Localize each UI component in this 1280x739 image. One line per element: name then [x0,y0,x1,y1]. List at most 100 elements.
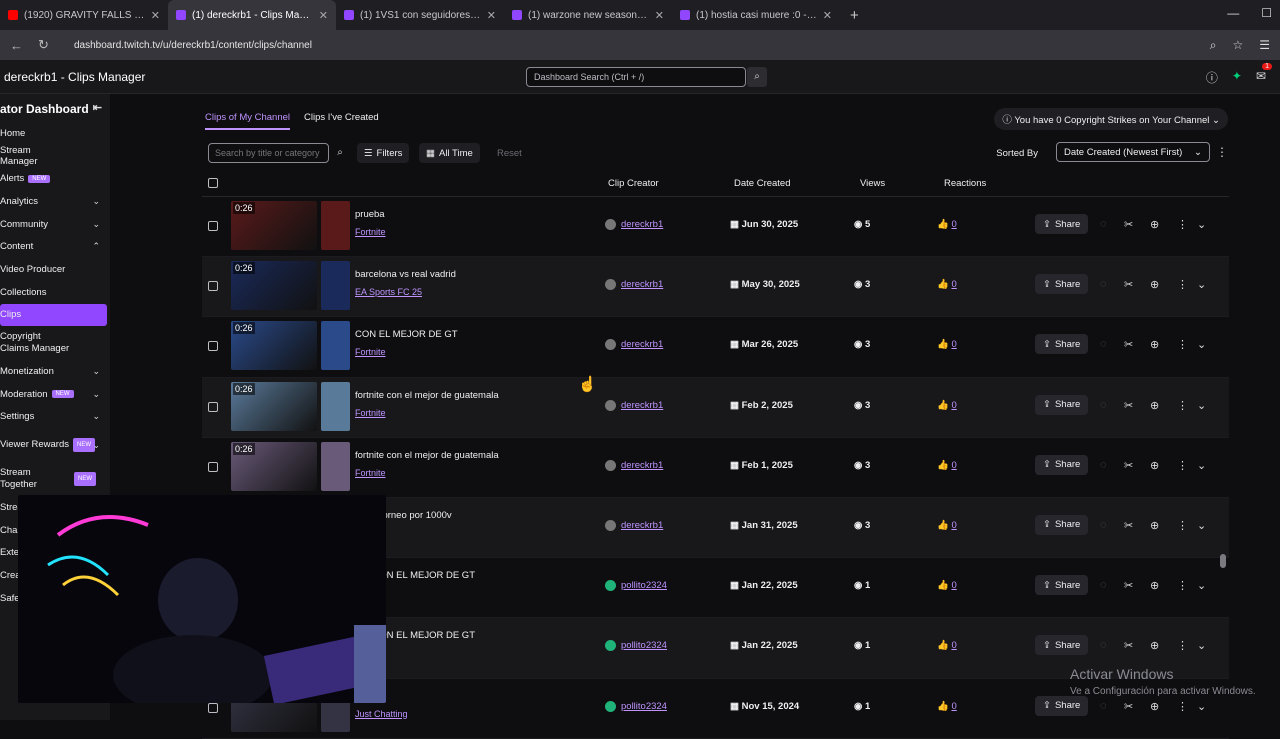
select-all-checkbox[interactable] [208,178,218,188]
row-checkbox[interactable] [208,221,218,231]
download-icon[interactable]: ⊕ [1150,399,1159,412]
more-options-icon[interactable]: ⋮ [1177,278,1188,291]
tab-clips-of-my-channel[interactable]: Clips of My Channel [205,112,291,130]
chevron-down-icon[interactable]: ⌄ [1197,399,1206,412]
sidebar-item-community[interactable]: Community ⌄ [0,213,110,236]
scissors-icon[interactable]: ✂ [1124,278,1133,291]
download-icon[interactable]: ⊕ [1150,579,1159,592]
clip-thumbnail-vertical[interactable] [321,321,350,371]
clip-reactions[interactable]: 👍 0 [937,701,957,712]
creator-link[interactable]: pollito2324 [621,701,667,712]
all-time-button[interactable]: ▦ All Time [419,143,480,163]
col-clip-creator[interactable]: Clip Creator [608,178,659,189]
clip-thumbnail-vertical[interactable] [321,381,350,431]
scrollbar-thumb[interactable] [1220,554,1226,568]
sidebar-item-content[interactable]: Content ⌃ [0,235,110,258]
scissors-icon[interactable]: ✂ [1124,218,1133,231]
tab-clips-ive-created[interactable]: Clips I've Created [304,112,379,130]
new-tab-button[interactable]: + [840,7,869,24]
download-icon[interactable]: ⊕ [1150,459,1159,472]
clip-game-link[interactable]: Fortnite [355,227,386,237]
clip-reactions[interactable]: 👍 0 [937,400,957,411]
download-icon[interactable]: ⊕ [1150,338,1159,351]
table-row[interactable]: 0:26 CON EL MEJOR DE GT Fortnite dereckrb1 ▦… [202,317,1229,378]
sidebar-item-collections[interactable]: Collections [0,281,110,304]
creator-link[interactable]: dereckrb1 [621,520,663,531]
table-row[interactable]: 0:26 prueba Fortnite dereckrb1 ▦ Jun 30, 202… [202,197,1229,258]
row-checkbox[interactable] [208,341,218,352]
clip-reactions[interactable]: 👍 0 [937,460,957,471]
browser-tab[interactable]: (1) warzone new season y skin ✕ [504,0,672,30]
download-icon[interactable]: ⊕ [1150,639,1159,652]
more-options-icon[interactable]: ⋮ [1177,700,1188,713]
copyright-strikes-button[interactable]: ⓘ You have 0 Copyright Strikes on Your C… [994,108,1228,130]
sidebar-item-stream-together[interactable]: Stream Together NEW [0,462,110,496]
sidebar-item-home[interactable]: Home [0,122,110,145]
close-icon[interactable]: ✕ [823,9,832,22]
chevron-down-icon[interactable]: ⌄ [1197,579,1206,592]
scissors-icon[interactable]: ✂ [1124,338,1133,351]
clip-thumbnail-vertical[interactable] [321,201,350,250]
close-icon[interactable]: ✕ [487,9,496,22]
row-checkbox[interactable] [208,702,218,713]
clip-reactions[interactable]: 👍 0 [937,279,957,290]
bits-icon[interactable]: ✦ [1232,69,1242,86]
more-options-icon[interactable]: ⋮ [1216,145,1228,159]
scissors-icon[interactable]: ✂ [1124,639,1133,652]
clip-reactions[interactable]: 👍 0 [937,339,957,350]
reset-button[interactable]: Reset [490,143,529,163]
sidebar-item-monetization[interactable]: Monetization ⌄ [0,360,110,383]
scissors-icon[interactable]: ✂ [1124,459,1133,472]
clip-title[interactable]: fortnite con el mejor de guatemala [355,450,499,461]
scissors-icon[interactable]: ✂ [1124,519,1133,532]
bookmark-star-icon[interactable]: ☆ [1232,38,1243,53]
more-options-icon[interactable]: ⋮ [1177,639,1188,652]
creator-link[interactable]: pollito2324 [621,580,667,591]
scissors-icon[interactable]: ✂ [1124,579,1133,592]
creator-link[interactable]: dereckrb1 [621,219,663,230]
dashboard-search-input[interactable]: Dashboard Search (Ctrl + /) [526,67,746,87]
search-icon[interactable]: ⌕ [331,143,349,163]
clip-game-link[interactable]: Fortnite [355,408,386,418]
share-button[interactable]: ⇪ Share [1035,334,1089,355]
row-checkbox[interactable] [208,281,218,292]
clip-reactions[interactable]: 👍 0 [937,520,957,531]
more-options-icon[interactable]: ⋮ [1177,338,1188,351]
col-date-created[interactable]: Date Created [734,178,791,189]
extensions-icon[interactable]: ☰ [1259,38,1270,53]
sidebar-item-alerts[interactable]: Alerts NEW [0,167,110,190]
back-icon[interactable]: ← [10,38,28,53]
share-button[interactable]: ⇪ Share [1035,454,1089,475]
row-checkbox[interactable] [208,401,218,412]
download-icon[interactable]: ⊕ [1150,519,1159,532]
clip-game-link[interactable]: EA Sports FC 25 [355,287,422,297]
clip-game-link[interactable]: Just Chatting [355,709,408,719]
chevron-down-icon[interactable]: ⌄ [1197,639,1206,652]
download-icon[interactable]: ⊕ [1150,278,1159,291]
browser-tab[interactable]: (1) 1VS1 con seguidores - Twitc ✕ [336,0,504,30]
clip-reactions[interactable]: 👍 0 [937,580,957,591]
share-button[interactable]: ⇪ Share [1035,274,1089,295]
table-row[interactable]: 0:26 barcelona vs real vadrid EA Sports FC… [202,257,1229,318]
collapse-sidebar-icon[interactable]: ⇤ [93,101,102,114]
share-button[interactable]: ⇪ Share [1035,575,1089,596]
creator-link[interactable]: dereckrb1 [621,460,663,471]
chevron-down-icon[interactable]: ⌄ [1197,278,1206,291]
sidebar-item-stream-manager[interactable]: Stream Manager [0,145,110,168]
sort-select[interactable]: Date Created (Newest First) ⌄ [1056,142,1210,162]
clip-title[interactable]: barcelona vs real vadrid [355,269,456,280]
sidebar-item-clips[interactable]: Clips [0,303,107,327]
sidebar-item-moderation[interactable]: Moderation NEW ⌄ [0,383,110,406]
more-options-icon[interactable]: ⋮ [1177,459,1188,472]
more-options-icon[interactable]: ⋮ [1177,579,1188,592]
table-scrollbar[interactable] [1220,194,1226,709]
sidebar-item-viewer-rewards[interactable]: Viewer Rewards NEW ⌄ [0,428,110,462]
sidebar-item-copyright-claims-manager[interactable]: Copyright Claims Manager [0,326,110,360]
scissors-icon[interactable]: ✂ [1124,399,1133,412]
chevron-down-icon[interactable]: ⌄ [1197,218,1206,231]
creator-link[interactable]: dereckrb1 [621,400,663,411]
sidebar-item-video-producer[interactable]: Video Producer [0,258,110,281]
download-icon[interactable]: ⊕ [1150,700,1159,713]
clip-reactions[interactable]: 👍 0 [937,640,957,651]
share-button[interactable]: ⇪ Share [1035,214,1089,234]
